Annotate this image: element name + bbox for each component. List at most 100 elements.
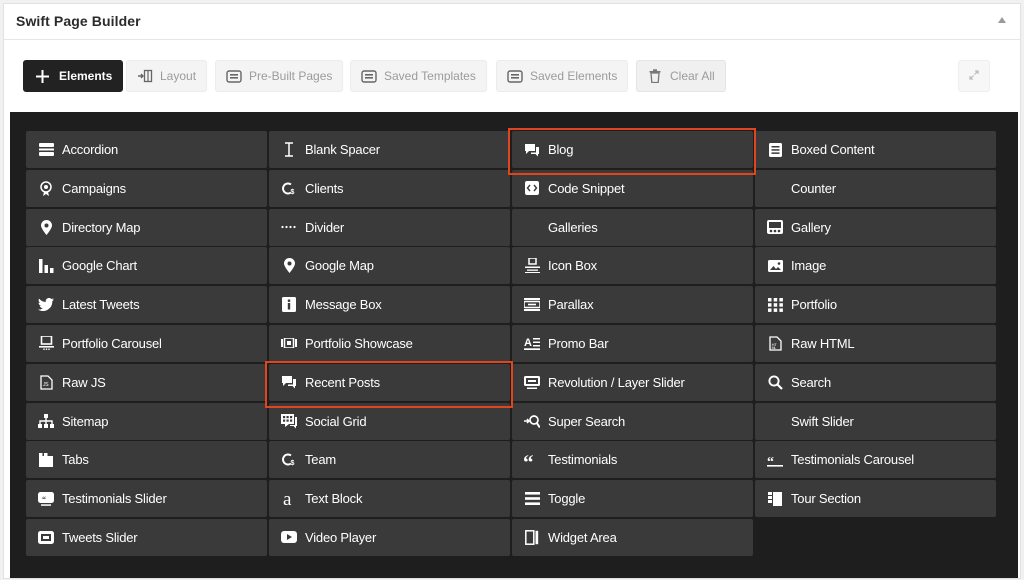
prebuilt-pages-tab-button[interactable]: Pre-Built Pages — [215, 60, 344, 92]
image-icon — [767, 258, 783, 274]
element-tile-text-block[interactable]: a Text Block — [269, 480, 510, 518]
element-tile-tabs[interactable]: Tabs — [26, 441, 267, 479]
element-tile-testimonials-carousel[interactable]: “ Testimonials Carousel — [755, 441, 996, 479]
elements-grid-area: Accordion Blank Spacer Blog Boxed Content Ca… — [10, 112, 1018, 578]
element-tile-raw-js[interactable]: JS Raw JS — [26, 363, 267, 401]
element-tile-galleries[interactable]: Galleries — [512, 208, 753, 246]
element-tile-label: Search — [791, 374, 831, 390]
element-tile-blank-spacer[interactable]: Blank Spacer — [269, 131, 510, 168]
document-icon — [767, 142, 783, 158]
element-tile-counter[interactable]: Counter — [755, 169, 996, 207]
svg-text:JS: JS — [43, 382, 49, 388]
bar-chart-icon — [38, 258, 54, 274]
promo-bar-icon: A — [524, 335, 540, 351]
element-tile-label: Divider — [305, 219, 345, 235]
element-tile-icon-box[interactable]: Icon Box — [512, 247, 753, 285]
element-tile-divider[interactable]: Divider — [269, 208, 510, 246]
svg-text:“: “ — [42, 495, 46, 504]
element-tile-label: Raw HTML — [791, 335, 855, 351]
element-tile-search[interactable]: Search — [755, 363, 996, 401]
element-tile-toggle[interactable]: Toggle — [512, 480, 753, 518]
map-pin-icon — [38, 219, 54, 235]
element-tile-testimonials-slider[interactable]: “ Testimonials Slider — [26, 480, 267, 518]
element-tile-label: Boxed Content — [791, 142, 875, 157]
template-icon — [361, 68, 377, 84]
super-search-icon — [524, 413, 540, 429]
element-tile-portfolio[interactable]: Portfolio — [755, 286, 996, 324]
saved-templates-tab-button[interactable]: Saved Templates — [350, 60, 487, 92]
element-tile-label: Portfolio Carousel — [62, 335, 162, 351]
collapse-arrow-icon[interactable] — [998, 17, 1006, 23]
layout-tab-button[interactable]: Layout — [126, 60, 208, 92]
elements-tab-button[interactable]: Elements — [23, 60, 124, 92]
element-tile-google-chart[interactable]: Google Chart — [26, 247, 267, 285]
element-tile-label: Social Grid — [305, 413, 367, 429]
icon-placeholder — [767, 180, 783, 196]
element-tile-social-grid[interactable]: Social Grid — [269, 402, 510, 440]
clear-all-button[interactable]: Clear All — [636, 60, 726, 92]
element-tile-video-player[interactable]: Video Player — [269, 518, 510, 556]
plus-icon — [34, 68, 50, 84]
element-tile-label: Google Map — [305, 258, 374, 274]
element-tile-latest-tweets[interactable]: Latest Tweets — [26, 286, 267, 324]
element-tile-super-search[interactable]: Super Search — [512, 402, 753, 440]
element-tile-label: Code Snippet — [548, 180, 625, 196]
html-file-icon: HT ML — [767, 335, 783, 351]
trash-icon — [647, 68, 663, 84]
chat-bubbles-icon — [524, 142, 540, 158]
element-tile-directory-map[interactable]: Directory Map — [26, 208, 267, 246]
elements-grid: Accordion Blank Spacer Blog Boxed Content Ca… — [26, 131, 996, 556]
element-tile-boxed-content[interactable]: Boxed Content — [755, 131, 996, 168]
saved-elements-tab-label: Saved Elements — [530, 69, 618, 83]
element-tile-campaigns[interactable]: Campaigns — [26, 169, 267, 207]
element-tile-label: Accordion — [62, 142, 119, 157]
panel-header: Swift Page Builder — [4, 4, 1020, 40]
expand-button[interactable] — [958, 60, 990, 92]
element-tile-label: Counter — [791, 180, 836, 196]
parallax-icon — [524, 297, 540, 313]
saved-elements-tab-button[interactable]: Saved Elements — [496, 60, 629, 92]
element-tile-label: Promo Bar — [548, 335, 609, 351]
element-tile-message-box[interactable]: Message Box — [269, 286, 510, 324]
element-tile-accordion[interactable]: Accordion — [26, 131, 267, 168]
element-tile-tweets-slider[interactable]: Tweets Slider — [26, 518, 267, 556]
element-tile-testimonials[interactable]: “ Testimonials — [512, 441, 753, 479]
element-tile-code-snippet[interactable]: Code Snippet — [512, 169, 753, 207]
expand-icon — [969, 67, 979, 85]
element-tile-label: Icon Box — [548, 258, 597, 274]
element-tile-google-map[interactable]: Google Map — [269, 247, 510, 285]
element-tile-team[interactable]: $ Team — [269, 441, 510, 479]
svg-text:ML: ML — [771, 346, 776, 350]
element-tile-label: Parallax — [548, 297, 594, 313]
testimonial-slider-icon: “ — [38, 491, 54, 507]
element-tile-label: Recent Posts — [305, 374, 380, 390]
element-tile-clients[interactable]: $ Clients — [269, 169, 510, 207]
svg-text:A: A — [524, 337, 532, 349]
element-tile-swift-slider[interactable]: Swift Slider — [755, 402, 996, 440]
element-tile-label: Testimonials — [548, 452, 618, 468]
elements-tab-label: Elements — [59, 69, 113, 83]
element-tile-raw-html[interactable]: HT ML Raw HTML — [755, 324, 996, 362]
element-tile-sitemap[interactable]: Sitemap — [26, 402, 267, 440]
template-icon — [226, 68, 242, 84]
element-tile-parallax[interactable]: Parallax — [512, 286, 753, 324]
element-tile-label: Sitemap — [62, 413, 109, 429]
element-tile-recent-posts[interactable]: Recent Posts — [269, 363, 510, 401]
element-tile-label: Revolution / Layer Slider — [548, 374, 685, 390]
element-tile-image[interactable]: Image — [755, 247, 996, 285]
element-tile-label: Super Search — [548, 413, 626, 429]
element-tile-widget-area[interactable]: Widget Area — [512, 518, 753, 556]
element-tile-label: Portfolio — [791, 297, 837, 313]
element-tile-portfolio-showcase[interactable]: Portfolio Showcase — [269, 324, 510, 362]
element-tile-label: Swift Slider — [791, 413, 854, 429]
element-tile-promo-bar[interactable]: A Promo Bar — [512, 324, 753, 362]
element-tile-tour-section[interactable]: Tour Section — [755, 480, 996, 518]
element-tile-revolution-layer-slider[interactable]: Revolution / Layer Slider — [512, 363, 753, 401]
element-tile-portfolio-carousel[interactable]: Portfolio Carousel — [26, 324, 267, 362]
element-tile-gallery[interactable]: Gallery — [755, 208, 996, 246]
chat-bubbles-icon — [281, 374, 297, 390]
element-tile-label: Tabs — [62, 452, 89, 468]
element-tile-blog[interactable]: Blog — [512, 131, 753, 168]
element-tile-label: Widget Area — [548, 529, 617, 545]
element-tile-label: Team — [305, 452, 336, 468]
